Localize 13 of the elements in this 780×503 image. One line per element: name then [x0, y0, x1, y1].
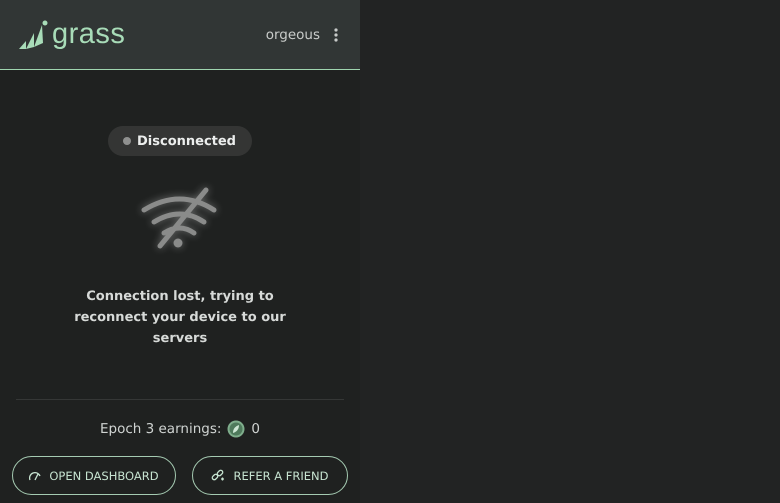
earnings-label: Epoch 3 earnings: [100, 421, 222, 437]
status-message: Connection lost, trying to reconnect your device to our servers [73, 288, 287, 348]
gauge-icon [29, 470, 42, 482]
refer-button[interactable]: REFER A FRIEND [192, 456, 348, 495]
logo-text: grass [52, 18, 126, 51]
logo-icon [18, 18, 48, 50]
status-label: Disconnected [137, 134, 236, 148]
coin-icon [227, 420, 246, 438]
link-icon [211, 468, 226, 482]
dashboard-button[interactable]: OPEN DASHBOARD [12, 456, 176, 495]
username: orgeous [266, 26, 320, 42]
earnings-value: 0 [251, 421, 260, 437]
more-icon [334, 28, 338, 42]
